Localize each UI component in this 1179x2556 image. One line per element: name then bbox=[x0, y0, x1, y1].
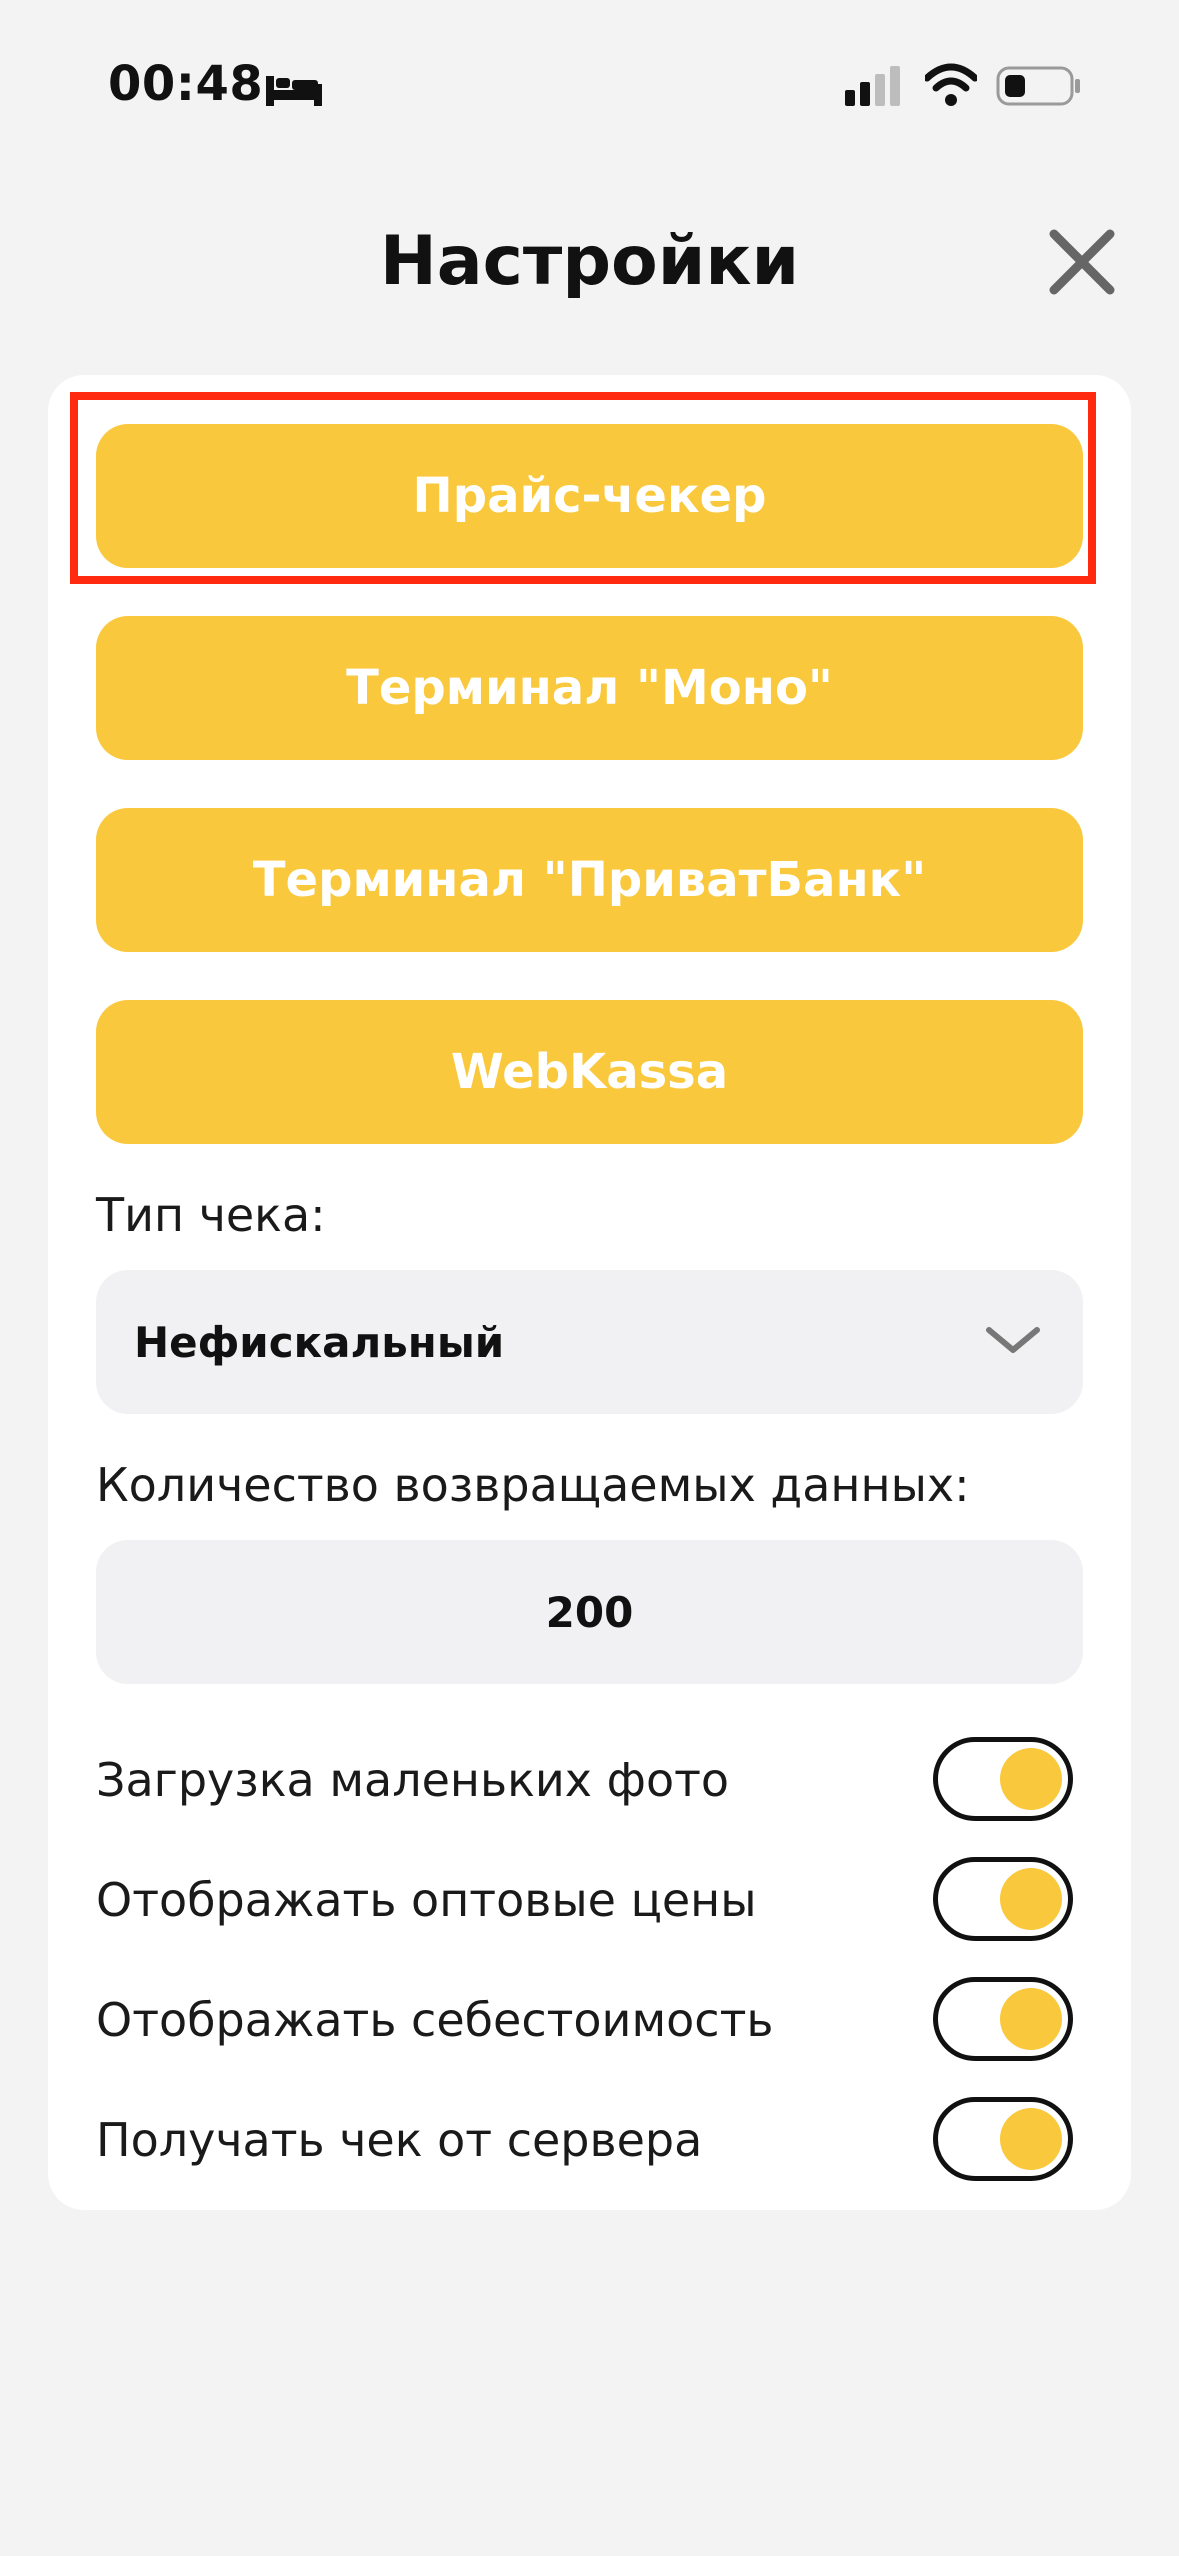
receipt-type-select[interactable]: Нефискальный bbox=[96, 1270, 1083, 1414]
toggle-knob bbox=[1000, 2108, 1062, 2170]
toggle-label: Отображать оптовые цены bbox=[96, 1873, 757, 1927]
returned-data-label: Количество возвращаемых данных: bbox=[96, 1458, 970, 1512]
receipt-type-value: Нефискальный bbox=[134, 1317, 505, 1367]
receipt-type-label: Тип чека: bbox=[96, 1188, 326, 1242]
returned-data-value: 200 bbox=[545, 1587, 634, 1637]
battery-icon bbox=[996, 66, 1080, 106]
toggle-row-cost-price: Отображать себестоимость bbox=[96, 1977, 1083, 2067]
wifi-icon bbox=[925, 63, 977, 106]
signal-icon bbox=[845, 66, 900, 106]
toggle-row-wholesale-prices: Отображать оптовые цены bbox=[96, 1857, 1083, 1947]
cost-price-toggle[interactable] bbox=[933, 1977, 1073, 2061]
chevron-down-icon bbox=[986, 1327, 1040, 1353]
status-time: 00:48 bbox=[108, 56, 264, 112]
toggle-label: Загрузка маленьких фото bbox=[96, 1753, 730, 1807]
terminal-privatbank-button[interactable]: Терминал "ПриватБанк" bbox=[96, 808, 1083, 952]
wholesale-prices-toggle[interactable] bbox=[933, 1857, 1073, 1941]
returned-data-input[interactable]: 200 bbox=[96, 1540, 1083, 1684]
highlight-frame bbox=[70, 392, 1096, 584]
toggle-row-server-receipt: Получать чек от сервера bbox=[96, 2097, 1083, 2187]
close-icon[interactable] bbox=[1046, 226, 1118, 298]
bed-icon bbox=[266, 76, 322, 106]
server-receipt-toggle[interactable] bbox=[933, 2097, 1073, 2181]
toggle-knob bbox=[1000, 1988, 1062, 2050]
small-photos-toggle[interactable] bbox=[933, 1737, 1073, 1821]
terminal-mono-button[interactable]: Терминал "Моно" bbox=[96, 616, 1083, 760]
webkassa-button[interactable]: WebKassa bbox=[96, 1000, 1083, 1144]
toggle-row-small-photos: Загрузка маленьких фото bbox=[96, 1737, 1083, 1827]
status-bar: 00:48 bbox=[0, 0, 1179, 170]
toggle-knob bbox=[1000, 1868, 1062, 1930]
page-title: Настройки bbox=[379, 222, 800, 301]
toggle-label: Получать чек от сервера bbox=[96, 2113, 703, 2167]
toggle-label: Отображать себестоимость bbox=[96, 1993, 774, 2047]
toggle-knob bbox=[1000, 1748, 1062, 1810]
